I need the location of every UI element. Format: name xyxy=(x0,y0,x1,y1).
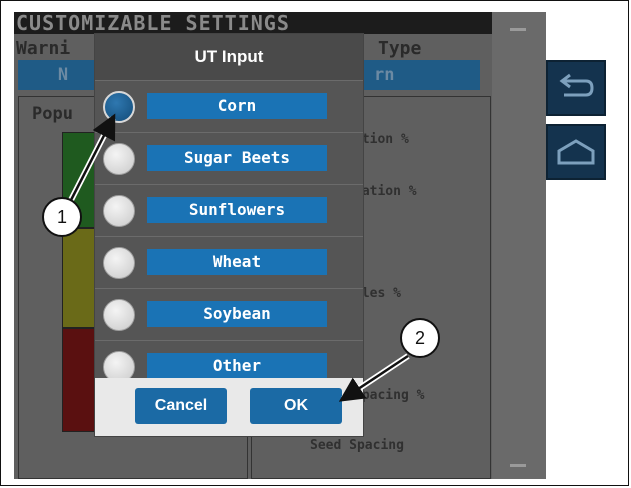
callout-arrow-2 xyxy=(338,354,409,402)
callout-2: 2 xyxy=(400,318,440,358)
callout-arrow-1 xyxy=(68,113,116,203)
callout-arrows xyxy=(67,113,410,402)
callout-1: 1 xyxy=(42,197,82,237)
